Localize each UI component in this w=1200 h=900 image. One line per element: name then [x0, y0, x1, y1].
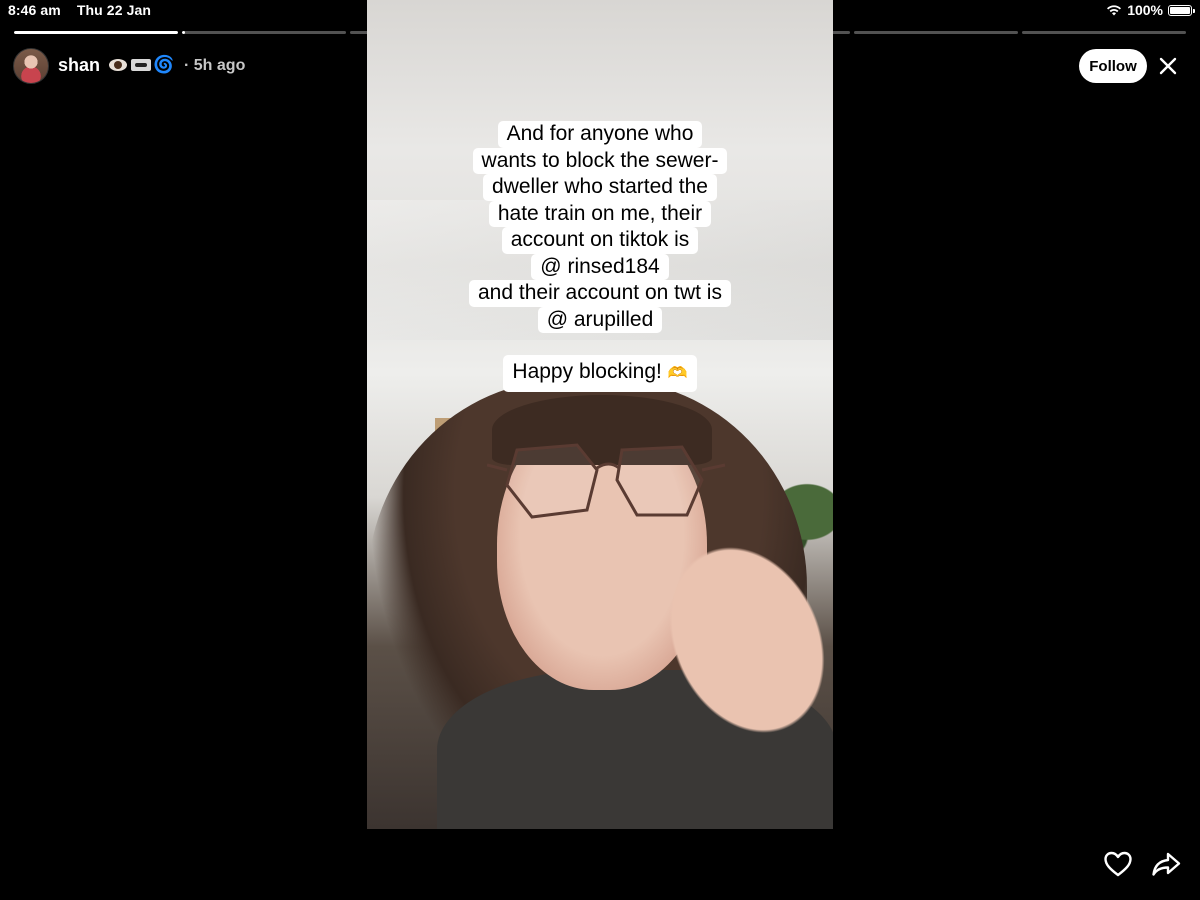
- caption-line-2: wants to block the sewer-: [472, 147, 728, 174]
- story-caption: And for anyone who wants to block the se…: [367, 121, 833, 392]
- status-time: 8:46 am: [8, 2, 61, 18]
- story-progress-segment: [854, 31, 1018, 34]
- spiral-emoji: 🌀: [153, 55, 175, 74]
- post-time-ago: · 5h ago: [184, 57, 246, 74]
- story-progress-segment: [14, 31, 178, 34]
- status-bar-right: 100%: [1106, 2, 1195, 18]
- status-bar-left: 8:46 am Thu 22 Jan: [8, 2, 151, 18]
- cassette-emoji: [131, 56, 151, 74]
- share-arrow-icon[interactable]: [1150, 848, 1182, 880]
- caption-line-1: And for anyone who: [497, 121, 703, 148]
- story-media[interactable]: And for anyone who wants to block the se…: [367, 0, 833, 829]
- glasses: [487, 443, 726, 519]
- follow-button[interactable]: Follow: [1079, 49, 1147, 83]
- battery-percent: 100%: [1127, 2, 1163, 18]
- heart-icon[interactable]: [1102, 848, 1134, 880]
- story-progress-segment: [1022, 31, 1186, 34]
- caption-line-7: and their account on twt is: [469, 280, 731, 307]
- caption-line-8: @ arupilled: [537, 306, 663, 333]
- caption-line-6: @ rinsed184: [531, 253, 669, 280]
- avatar[interactable]: [13, 48, 49, 84]
- person-photo: [367, 340, 833, 829]
- status-date: Thu 22 Jan: [76, 2, 151, 18]
- caption-closing: Happy blocking! 🫶: [503, 355, 697, 392]
- eye-emoji: [108, 56, 128, 74]
- close-icon[interactable]: [1157, 55, 1179, 77]
- caption-line-5: account on tiktok is: [501, 227, 699, 254]
- caption-line-4: hate train on me, their: [488, 200, 712, 227]
- story-progress-segment: [182, 31, 346, 34]
- wifi-icon: [1107, 5, 1122, 16]
- username-emojis: 🌀: [108, 55, 175, 74]
- heart-hands-emoji: 🫶: [667, 365, 688, 382]
- caption-line-3: dweller who started the: [483, 174, 717, 201]
- username[interactable]: shan: [58, 55, 100, 76]
- caption-closing-text: Happy blocking!: [512, 360, 662, 383]
- battery-full-icon: [1168, 4, 1195, 16]
